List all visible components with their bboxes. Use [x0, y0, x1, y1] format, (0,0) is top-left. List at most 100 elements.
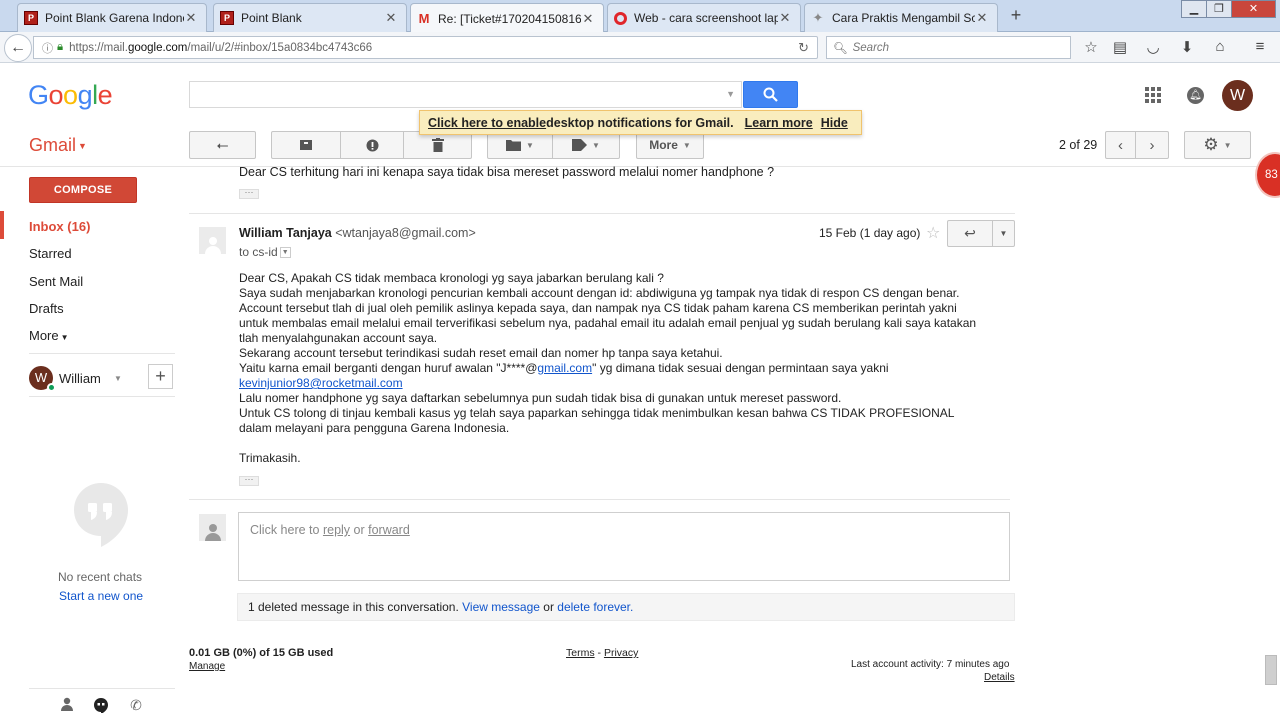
apps-grid-icon[interactable] [1145, 87, 1161, 103]
download-icon[interactable]: ⬇ [1177, 38, 1197, 56]
reply-button[interactable]: ↩ [947, 220, 993, 247]
reply-arrow-icon: ↩ [964, 225, 976, 241]
delete-button[interactable] [403, 131, 472, 159]
reply-link[interactable]: reply [323, 523, 350, 537]
close-tab-icon[interactable]: ✕ [975, 10, 989, 26]
menu-icon[interactable]: ≡ [1250, 38, 1270, 55]
contacts-person-icon[interactable] [58, 697, 76, 715]
close-tab-icon[interactable]: ✕ [581, 11, 595, 27]
sidebar-item-sent-mail[interactable]: Sent Mail [29, 274, 83, 289]
activity-details-link[interactable]: Details [984, 672, 1015, 683]
browser-tab-bar: P Point Blank Garena Indone... ✕ P Point… [0, 0, 1280, 33]
body-line: untuk membalas email melalui email terve… [239, 316, 977, 330]
report-spam-button[interactable] [340, 131, 404, 159]
settings-button[interactable]: ⚙ ▼ [1184, 131, 1251, 159]
new-hangout-plus-icon[interactable]: + [148, 364, 173, 389]
delete-forever-link[interactable]: delete forever. [557, 600, 633, 614]
message-more-options-button[interactable]: ▼ [992, 220, 1015, 247]
show-trimmed-content-icon[interactable]: ··· [239, 188, 259, 199]
spam-icon [366, 139, 378, 151]
browser-search-input[interactable]: 🔍︎ Search [826, 36, 1071, 59]
notification-count-badge[interactable]: 83 [1255, 152, 1280, 198]
minimize-icon[interactable]: ▁ [1181, 0, 1207, 18]
maximize-icon[interactable]: ❐ [1206, 0, 1232, 18]
url-bar[interactable]: ⓘ 🔒︎ https://mail. google.com/mail/u/2/#i… [33, 36, 818, 59]
bookmark-star-icon[interactable]: ☆ [1081, 38, 1101, 56]
browser-tab[interactable]: P Point Blank Garena Indone... ✕ [17, 3, 207, 32]
reload-icon[interactable]: ↻ [798, 40, 809, 56]
chevron-right-icon: › [1149, 136, 1155, 154]
back-to-inbox-button[interactable]: ⭠ [189, 131, 256, 159]
close-tab-icon[interactable]: ✕ [778, 10, 792, 26]
folder-icon [506, 140, 522, 151]
email-address-link[interactable]: kevinjunior98@rocketmail.com [239, 376, 403, 390]
compose-button[interactable]: COMPOSE [29, 177, 137, 203]
home-icon[interactable]: ⌂ [1210, 38, 1230, 55]
gmail-search-input[interactable]: ▼ [189, 81, 742, 108]
hangouts-user-name[interactable]: William [59, 371, 101, 386]
message-divider [189, 213, 1015, 214]
google-logo-letter: o [63, 80, 78, 110]
sidebar-item-inbox[interactable]: Inbox (16) [29, 219, 90, 234]
start-new-chat-link[interactable]: Start a new one [59, 589, 143, 603]
view-message-link[interactable]: View message [462, 600, 540, 614]
search-options-caret-icon[interactable]: ▼ [726, 89, 735, 99]
puzzle-favicon-icon: ✦ [812, 10, 824, 25]
sidebar-item-more[interactable]: More ▼ [29, 328, 69, 343]
sidebar-item-drafts[interactable]: Drafts [29, 301, 64, 316]
archive-button[interactable] [271, 131, 341, 159]
browser-tab[interactable]: Web - cara screenshoot lap... ✕ [607, 3, 801, 32]
caret-down-icon: ▼ [999, 229, 1008, 238]
close-window-icon[interactable]: ✕ [1231, 0, 1276, 18]
privacy-link[interactable]: Privacy [604, 647, 638, 659]
gmail-menu[interactable]: Gmail ▼ [29, 135, 87, 156]
labels-button[interactable]: ▼ [552, 131, 620, 159]
storage-usage: 0.01 GB (0%) of 15 GB used [189, 647, 334, 659]
manage-storage-link[interactable]: Manage [189, 661, 225, 672]
recipient-line: to cs-id ▼ [239, 245, 291, 259]
star-icon[interactable]: ☆ [926, 223, 940, 243]
account-avatar[interactable]: W [1222, 80, 1253, 111]
more-actions-button[interactable]: More ▼ [636, 131, 704, 159]
phone-icon[interactable]: ✆ [127, 697, 145, 715]
new-tab-icon[interactable]: + [1006, 5, 1026, 26]
browser-tab[interactable]: ✦ Cara Praktis Mengambil Sc... ✕ [804, 3, 998, 32]
close-tab-icon[interactable]: ✕ [184, 10, 198, 26]
google-logo-letter: e [97, 80, 113, 110]
browser-tab[interactable]: P Point Blank ✕ [213, 3, 407, 32]
hangouts-chat-icon[interactable] [92, 697, 110, 715]
browser-tab-active[interactable]: M Re: [Ticket#1702041508168... ✕ [410, 3, 604, 33]
no-recent-chats-text: No recent chats [58, 570, 143, 584]
show-details-caret-icon[interactable]: ▼ [279, 247, 291, 259]
hide-link[interactable]: Hide [821, 116, 848, 130]
newer-button[interactable]: ‹ [1105, 131, 1136, 159]
older-button[interactable]: › [1135, 131, 1169, 159]
body-closing: Trimakasih. [239, 451, 301, 465]
message-sender[interactable]: William Tanjaya <wtanjaya8@gmail.com> [239, 226, 476, 240]
learn-more-link[interactable]: Learn more [745, 116, 813, 130]
caret-down-icon: ▼ [1223, 140, 1232, 150]
back-arrow-icon[interactable]: ← [4, 34, 32, 62]
sidebar-item-starred[interactable]: Starred [29, 246, 72, 261]
hangouts-bubble-icon [74, 483, 128, 547]
notifications-bell-icon[interactable]: 🔔︎ [1187, 87, 1204, 104]
move-to-button[interactable]: ▼ [487, 131, 553, 159]
gmail-domain-link[interactable]: gmail.com [537, 361, 592, 375]
forward-link[interactable]: forward [368, 523, 410, 537]
terms-privacy: Terms - Privacy [566, 647, 639, 659]
enable-notifications-link[interactable]: Click here to enable [428, 116, 546, 130]
body-line: Untuk CS tolong di tinjau kembali kasus … [239, 406, 955, 420]
terms-link[interactable]: Terms [566, 647, 595, 659]
show-trimmed-content-icon[interactable]: ··· [239, 475, 259, 486]
caret-down-icon[interactable]: ▼ [114, 374, 122, 383]
pocket-icon[interactable]: ◡ [1143, 38, 1163, 56]
caret-down-icon: ▼ [60, 333, 69, 342]
browser-nav-bar: ← ⓘ 🔒︎ https://mail. google.com/mail/u/2/… [0, 32, 1280, 63]
close-tab-icon[interactable]: ✕ [384, 10, 398, 26]
previous-message-snippet[interactable]: Dear CS terhitung hari ini kenapa saya t… [239, 165, 774, 179]
reading-list-icon[interactable]: ▤ [1110, 38, 1130, 56]
reply-box[interactable]: Click here to reply or forward [238, 512, 1010, 581]
google-logo[interactable]: Google [28, 80, 113, 111]
search-button[interactable] [743, 81, 798, 108]
scrollbar-thumb[interactable] [1265, 655, 1277, 685]
